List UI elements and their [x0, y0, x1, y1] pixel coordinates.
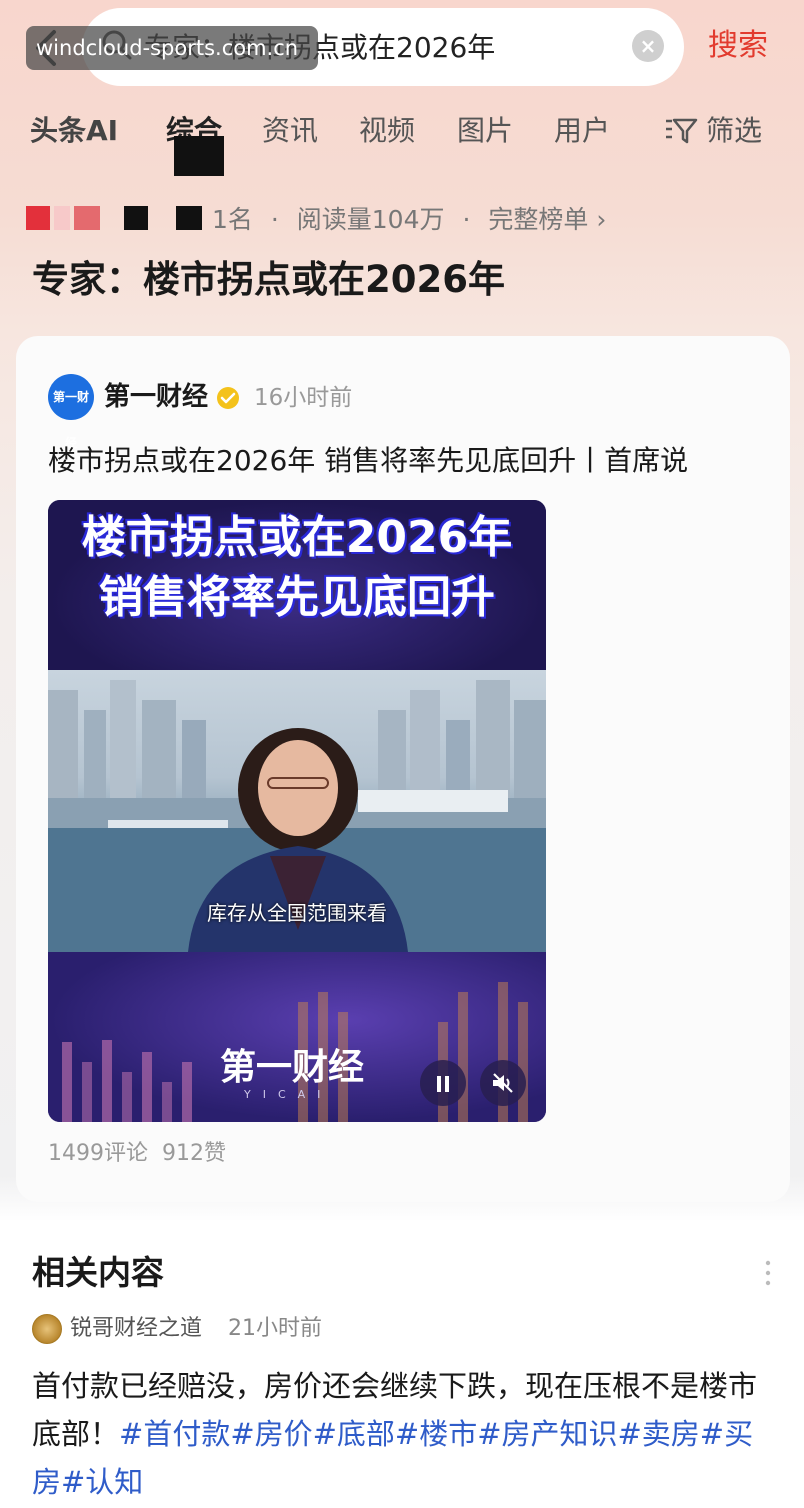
avatar[interactable] [32, 1314, 62, 1344]
redaction-block [174, 136, 224, 176]
pause-icon [437, 1076, 449, 1092]
tab-users[interactable]: 用户 [554, 108, 610, 154]
clear-icon[interactable]: × [632, 30, 664, 62]
filter-button[interactable]: 筛选 [664, 108, 762, 154]
like-count[interactable]: 912赞 [162, 1141, 226, 1166]
tab-news[interactable]: 资讯 [262, 108, 318, 154]
author-name[interactable]: 第一财经 [104, 376, 208, 418]
mute-icon [493, 1073, 513, 1093]
redaction-block [74, 206, 100, 230]
redaction-block [124, 206, 148, 230]
yicai-logo-sub: YICAI [244, 1088, 333, 1101]
video-header-panel: 楼市拐点或在2026年 销售将率先见底回升 [48, 500, 546, 670]
related-author-name[interactable]: 锐哥财经之道 [70, 1312, 202, 1346]
tab-video[interactable]: 视频 [359, 108, 415, 154]
video-headline-line-1: 楼市拐点或在2026年 [81, 512, 513, 563]
yicai-logo: 第一财经 [220, 1047, 365, 1088]
related-section-title: 相关内容 [32, 1253, 164, 1292]
verified-badge-icon [217, 387, 239, 409]
full-list-link[interactable]: 完整榜单 [488, 205, 588, 234]
rank-position: 1名 [212, 205, 253, 234]
search-button[interactable]: 搜索 [708, 24, 768, 68]
redaction-block [176, 206, 202, 230]
filter-label: 筛选 [706, 114, 763, 147]
read-count: 阅读量104万 [296, 205, 445, 234]
redaction-block [26, 206, 50, 230]
post-stats: 1499评论 912赞 [48, 1134, 226, 1174]
related-post-text[interactable]: 首付款已经赔没，房价还会继续下跌，现在压根不是楼市底部！#首付款#房价#底部#楼… [32, 1362, 776, 1506]
chevron-right-icon: › [596, 205, 607, 234]
page-title: 专家：楼市拐点或在2026年 [32, 258, 505, 301]
tab-toutiao-ai[interactable]: 头条AI [30, 108, 118, 154]
video-headline: 楼市拐点或在2026年 销售将率先见底回升 [48, 508, 546, 628]
watermark: windcloud-sports.com.cn [26, 26, 318, 70]
video-headline-line-2: 销售将率先见底回升 [99, 572, 495, 623]
avatar[interactable]: 第一财经 [48, 374, 94, 450]
hot-rank-line[interactable]: 1名 · 阅读量104万 · 完整榜单 › [26, 198, 786, 242]
hashtag-links[interactable]: #首付款#房价#底部#楼市#房产知识#卖房#买房#认知 [32, 1417, 753, 1499]
related-post-time: 21小时前 [228, 1316, 322, 1341]
pause-button[interactable] [420, 1060, 466, 1106]
video-frame: 库存从全国范围来看 [48, 670, 546, 952]
more-options-icon[interactable] [762, 1258, 774, 1288]
tab-images[interactable]: 图片 [457, 108, 513, 154]
redaction-block [54, 206, 70, 230]
video-player[interactable]: 楼市拐点或在2026年 销售将率先见底回升 库存从全国范围来看 第一财经 YIC… [48, 500, 546, 1122]
mute-button[interactable] [480, 1060, 526, 1106]
post-time: 16小时前 [254, 385, 353, 411]
comment-count[interactable]: 1499评论 [48, 1141, 148, 1166]
filter-icon [666, 118, 698, 144]
result-card[interactable]: 第一财经 第一财经 16小时前 楼市拐点或在2026年 销售将率先见底回升丨首席… [16, 336, 790, 1202]
video-subtitle: 库存从全国范围来看 [207, 901, 387, 925]
post-title[interactable]: 楼市拐点或在2026年 销售将率先见底回升丨首席说 [48, 438, 688, 484]
